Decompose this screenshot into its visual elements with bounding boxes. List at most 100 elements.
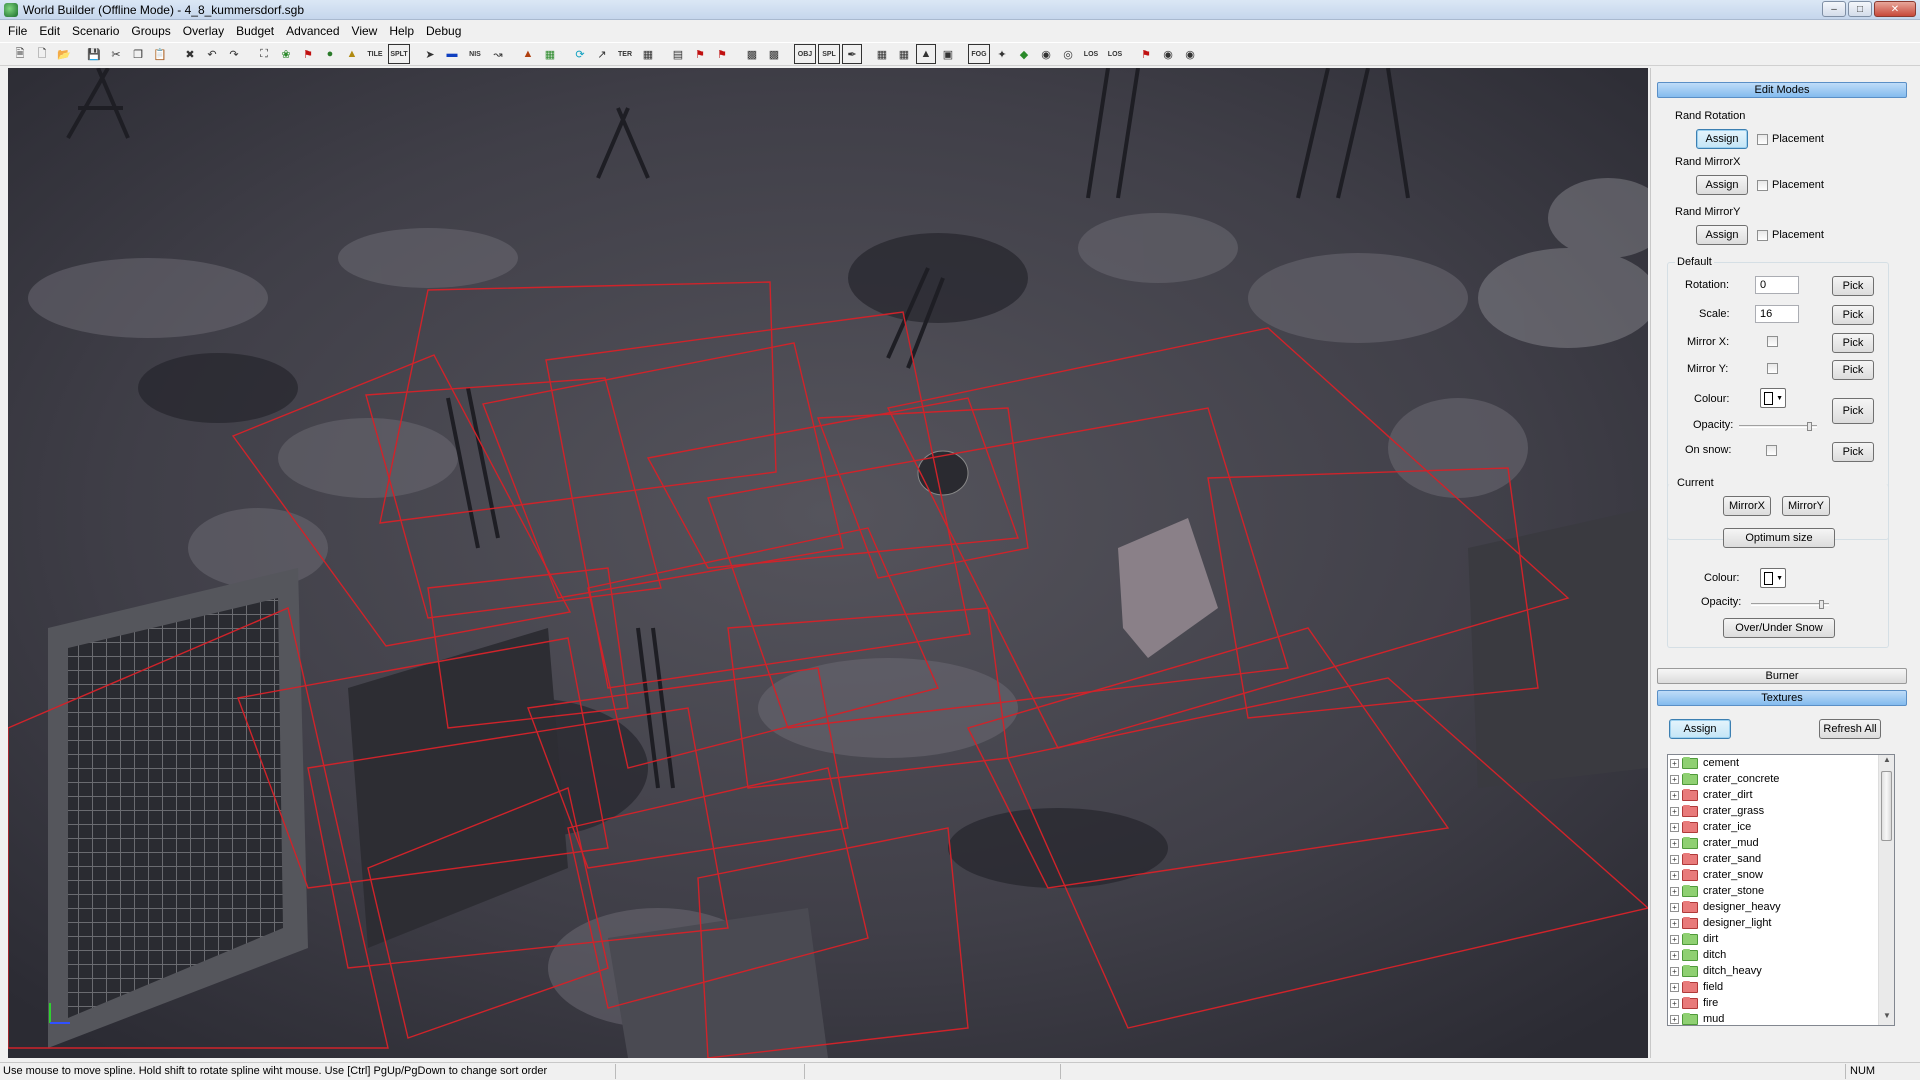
select-region-icon[interactable]: ⛶ bbox=[254, 44, 274, 64]
slider-thumb[interactable] bbox=[1819, 600, 1825, 609]
tile-mode-button[interactable]: TILE bbox=[364, 44, 386, 64]
current-colour-picker[interactable]: ▼ bbox=[1760, 568, 1786, 588]
save-icon[interactable]: 💾 bbox=[84, 44, 104, 64]
tree-icon[interactable]: ❀ bbox=[276, 44, 296, 64]
texture-item[interactable]: + cement bbox=[1668, 755, 1894, 771]
expand-icon[interactable]: + bbox=[1670, 982, 1679, 992]
stats-icon[interactable]: ▦ bbox=[540, 44, 560, 64]
expand-icon[interactable]: + bbox=[1670, 934, 1679, 944]
edit-modes-header[interactable]: Edit Modes bbox=[1657, 82, 1907, 98]
unit-icon[interactable]: ● bbox=[320, 44, 340, 64]
new-document-icon[interactable]: 🗋 bbox=[32, 44, 52, 64]
line-tool-icon[interactable]: ↗ bbox=[592, 44, 612, 64]
menu-edit[interactable]: Edit bbox=[33, 20, 66, 42]
split-mode-button[interactable]: SPLT bbox=[388, 44, 410, 64]
open-folder-icon[interactable]: 📂 bbox=[54, 44, 74, 64]
paste-icon[interactable]: 📋 bbox=[150, 44, 170, 64]
expand-icon[interactable]: + bbox=[1670, 758, 1679, 768]
wand-icon[interactable]: ✦ bbox=[992, 44, 1012, 64]
cut-icon[interactable]: ✂ bbox=[106, 44, 126, 64]
mirror-y-pick-button[interactable]: Pick bbox=[1832, 360, 1874, 380]
texture-item[interactable]: + crater_ice bbox=[1668, 819, 1894, 835]
los-button[interactable]: LOS bbox=[1080, 44, 1102, 64]
optimum-size-button[interactable]: Optimum size bbox=[1723, 528, 1835, 548]
target-icon[interactable]: ◉ bbox=[1158, 44, 1178, 64]
fog-toggle-button[interactable]: FOG bbox=[968, 44, 990, 64]
expand-icon[interactable]: + bbox=[1670, 822, 1679, 832]
menu-debug[interactable]: Debug bbox=[420, 20, 467, 42]
menu-view[interactable]: View bbox=[346, 20, 384, 42]
current-mirrory-button[interactable]: MirrorY bbox=[1782, 496, 1830, 516]
globe-icon[interactable]: ◎ bbox=[1058, 44, 1078, 64]
expand-icon[interactable]: + bbox=[1670, 966, 1679, 976]
texture-item[interactable]: + crater_concrete bbox=[1668, 771, 1894, 787]
scroll-thumb[interactable] bbox=[1881, 771, 1892, 841]
terrain-mode-button[interactable]: TER bbox=[614, 44, 636, 64]
redo-icon[interactable]: ↷ bbox=[224, 44, 244, 64]
expand-icon[interactable]: + bbox=[1670, 838, 1679, 848]
scroll-up-icon[interactable]: ▲ bbox=[1879, 755, 1894, 769]
scene-canvas[interactable] bbox=[8, 68, 1648, 1058]
burner-header[interactable]: Burner bbox=[1657, 668, 1907, 684]
water-icon[interactable]: ▬ bbox=[442, 44, 462, 64]
texture-tree[interactable]: + cement + crater_concrete + crater_dirt + crat… bbox=[1667, 754, 1895, 1026]
texture-item[interactable]: + crater_dirt bbox=[1668, 787, 1894, 803]
rand-mirrory-assign-button[interactable]: Assign bbox=[1696, 225, 1748, 245]
default-colour-picker[interactable]: ▼ bbox=[1760, 388, 1786, 408]
texture-item[interactable]: + crater_mud bbox=[1668, 835, 1894, 851]
refresh-all-button[interactable]: Refresh All bbox=[1819, 719, 1881, 739]
texture-item[interactable]: + crater_snow bbox=[1668, 867, 1894, 883]
texture-item[interactable]: + crater_sand bbox=[1668, 851, 1894, 867]
on-snow-checkbox[interactable] bbox=[1766, 445, 1777, 456]
memory-icon[interactable]: ▩ bbox=[742, 44, 762, 64]
minimize-button[interactable]: – bbox=[1822, 1, 1846, 17]
nis-mode-button[interactable]: NIS bbox=[464, 44, 486, 64]
rand-mirrorx-assign-button[interactable]: Assign bbox=[1696, 175, 1748, 195]
menu-file[interactable]: File bbox=[2, 20, 33, 42]
expand-icon[interactable]: + bbox=[1670, 870, 1679, 880]
close-button[interactable]: ✕ bbox=[1874, 1, 1916, 17]
texture-item[interactable]: + ditch_heavy bbox=[1668, 963, 1894, 979]
texture-item[interactable]: + designer_light bbox=[1668, 915, 1894, 931]
shield-icon[interactable]: ◆ bbox=[1014, 44, 1034, 64]
texture-item[interactable]: + dirt bbox=[1668, 931, 1894, 947]
current-opacity-slider[interactable] bbox=[1751, 600, 1829, 609]
landscape-icon[interactable]: ▲ bbox=[916, 44, 936, 64]
expand-icon[interactable]: + bbox=[1670, 998, 1679, 1008]
marker-two-icon[interactable]: ⚑ bbox=[712, 44, 732, 64]
texture-item[interactable]: + mud bbox=[1668, 1011, 1894, 1025]
rand-mirrorx-placement-checkbox[interactable] bbox=[1757, 180, 1768, 191]
los-two-button[interactable]: LOS bbox=[1104, 44, 1126, 64]
flag-icon[interactable]: ⚑ bbox=[298, 44, 318, 64]
expand-icon[interactable]: + bbox=[1670, 774, 1679, 784]
texture-item[interactable]: + field bbox=[1668, 979, 1894, 995]
tree-scrollbar[interactable]: ▲ ▼ bbox=[1878, 755, 1894, 1025]
camera-icon[interactable]: ▣ bbox=[938, 44, 958, 64]
expand-icon[interactable]: + bbox=[1670, 806, 1679, 816]
soldier-icon[interactable]: ▲ bbox=[342, 44, 362, 64]
on-snow-pick-button[interactable]: Pick bbox=[1832, 442, 1874, 462]
path-icon[interactable]: ↝ bbox=[488, 44, 508, 64]
default-opacity-slider[interactable] bbox=[1739, 422, 1817, 431]
terrain-grid-icon[interactable]: ▦ bbox=[894, 44, 914, 64]
current-mirrorx-button[interactable]: MirrorX bbox=[1723, 496, 1771, 516]
marker-icon[interactable]: ⚑ bbox=[690, 44, 710, 64]
rand-rotation-assign-button[interactable]: Assign bbox=[1696, 129, 1748, 149]
road-icon[interactable]: ➤ bbox=[420, 44, 440, 64]
menu-help[interactable]: Help bbox=[383, 20, 420, 42]
texture-item[interactable]: + crater_stone bbox=[1668, 883, 1894, 899]
expand-icon[interactable]: + bbox=[1670, 1014, 1679, 1024]
menu-scenario[interactable]: Scenario bbox=[66, 20, 125, 42]
expand-icon[interactable]: + bbox=[1670, 886, 1679, 896]
mirror-x-checkbox[interactable] bbox=[1767, 336, 1778, 347]
mirror-x-pick-button[interactable]: Pick bbox=[1832, 333, 1874, 353]
scroll-down-icon[interactable]: ▼ bbox=[1879, 1011, 1894, 1025]
3d-viewport[interactable] bbox=[8, 68, 1648, 1058]
territory-icon[interactable]: ⚑ bbox=[1136, 44, 1156, 64]
delete-icon[interactable]: ✖ bbox=[180, 44, 200, 64]
display-icon[interactable]: ▩ bbox=[764, 44, 784, 64]
menu-groups[interactable]: Groups bbox=[125, 20, 176, 42]
rotation-pick-button[interactable]: Pick bbox=[1832, 276, 1874, 296]
scale-input[interactable]: 16 bbox=[1755, 305, 1799, 323]
grid-icon[interactable]: ▦ bbox=[638, 44, 658, 64]
